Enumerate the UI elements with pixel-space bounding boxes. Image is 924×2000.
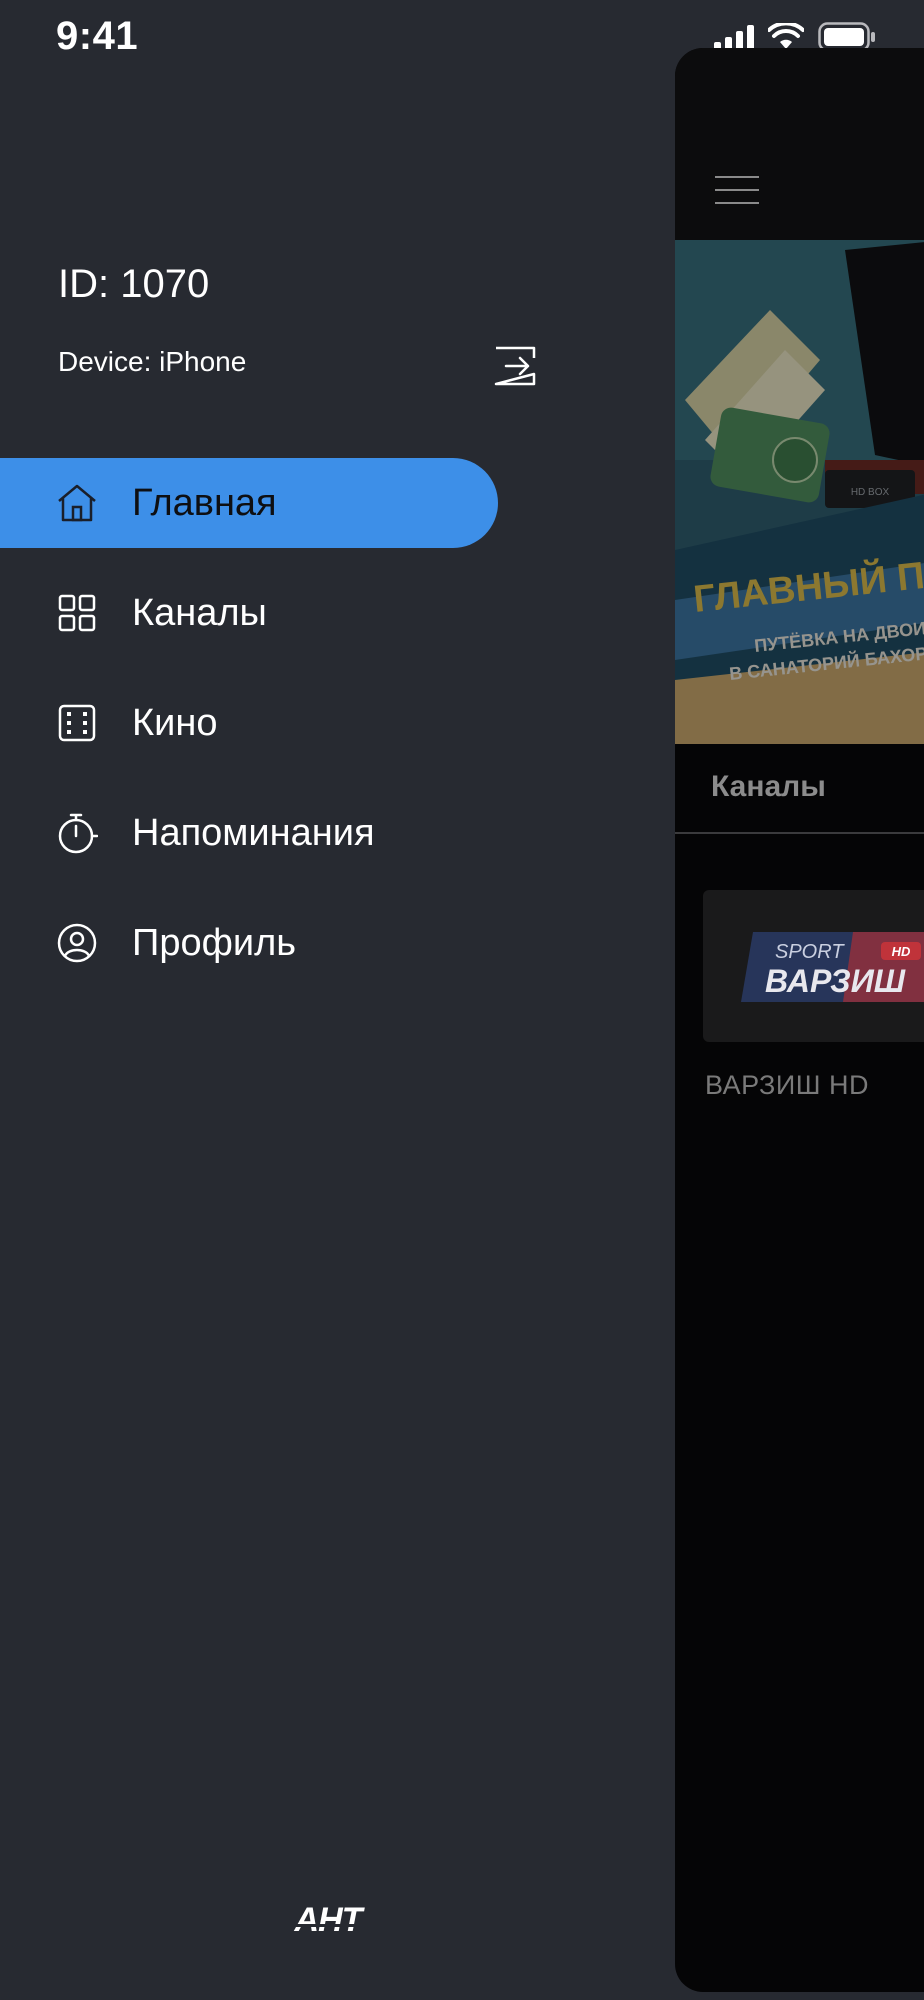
user-circle-icon: [56, 922, 98, 964]
home-icon: [56, 482, 98, 524]
banner-art: HD BOX ГЛАВНЫЙ ПРИЗ ПУТЁВКА НА ДВОИХ В С…: [675, 240, 924, 744]
menu-item-home[interactable]: Главная: [0, 458, 498, 548]
side-menu: Главная Каналы Кино Напоминания Профиль: [0, 458, 500, 1008]
channel-logo-main: ВАРЗИШ: [765, 963, 906, 999]
channel-logo: SPORT ВАРЗИШ HD: [741, 932, 924, 1002]
channels-section-title: Каналы: [711, 770, 826, 803]
menu-item-label: Каналы: [132, 591, 267, 634]
user-id: ID: 1070: [58, 262, 210, 306]
promo-banner[interactable]: HD BOX ГЛАВНЫЙ ПРИЗ ПУТЁВКА НА ДВОИХ В С…: [675, 240, 924, 744]
menu-item-movies[interactable]: Кино: [0, 678, 500, 768]
channel-tile[interactable]: SPORT ВАРЗИШ HD: [703, 890, 924, 1042]
menu-item-label: Главная: [132, 481, 277, 524]
channel-name[interactable]: ВАРЗИШ HD: [705, 1070, 869, 1101]
section-divider: [675, 832, 924, 834]
channel-logo-badge: HD: [892, 944, 911, 959]
menu-item-profile[interactable]: Профиль: [0, 898, 500, 988]
channel-logo-top: SPORT: [775, 941, 845, 963]
wifi-icon: [768, 23, 804, 49]
menu-item-label: Кино: [132, 701, 218, 744]
brand-logo-text: АНТ: [294, 1902, 366, 1936]
device-label: Device: iPhone: [58, 346, 247, 377]
menu-item-reminders[interactable]: Напоминания: [0, 788, 500, 878]
status-time: 9:41: [56, 14, 139, 58]
menu-item-channels[interactable]: Каналы: [0, 568, 500, 658]
menu-item-label: Напоминания: [132, 811, 375, 854]
menu-item-label: Профиль: [132, 921, 297, 964]
brand-logo: АНТ: [282, 1902, 374, 1936]
hamburger-icon[interactable]: [715, 176, 759, 204]
background-app-screen: HD BOX ГЛАВНЫЙ ПРИЗ ПУТЁВКА НА ДВОИХ В С…: [675, 48, 924, 1992]
background-header: [675, 48, 924, 240]
logout-icon[interactable]: [494, 346, 536, 386]
film-icon: [56, 702, 98, 744]
stopwatch-icon: [56, 812, 98, 854]
grid-icon: [56, 592, 98, 634]
